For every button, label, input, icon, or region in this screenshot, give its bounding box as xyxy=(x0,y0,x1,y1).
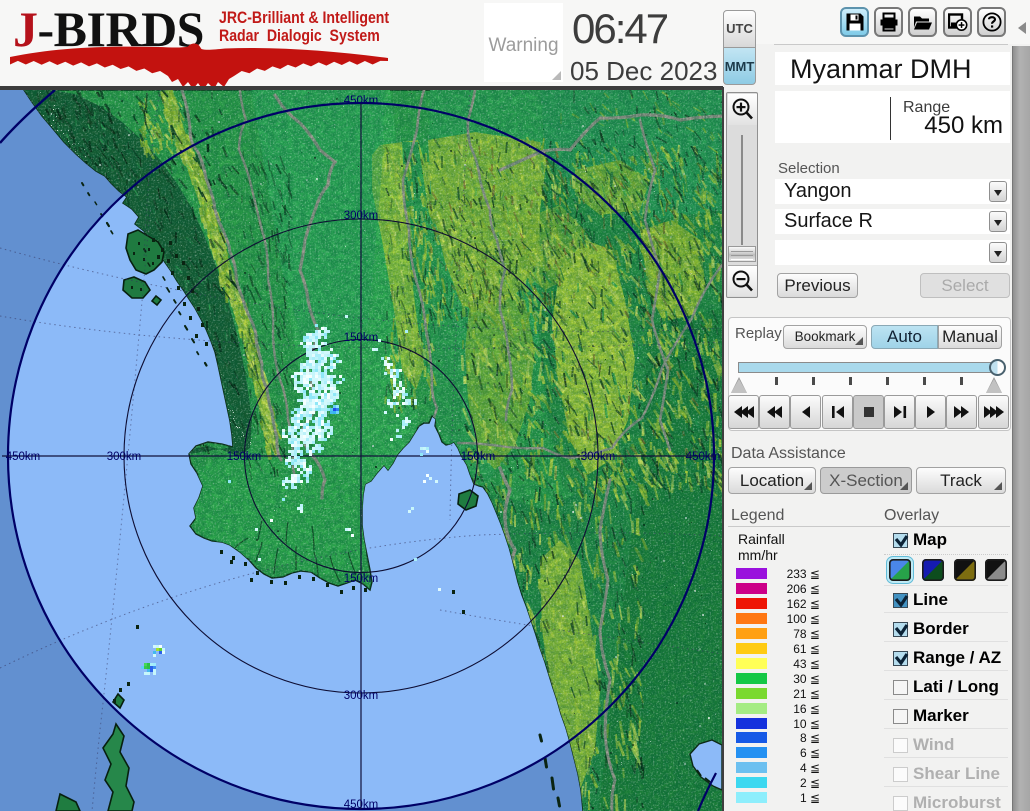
svg-text:450km: 450km xyxy=(344,95,379,107)
svg-text:450km: 450km xyxy=(344,799,379,811)
svg-text:450km: 450km xyxy=(6,451,41,463)
svg-text:300km: 300km xyxy=(344,210,379,222)
svg-text:150km: 150km xyxy=(344,332,379,344)
svg-text:150km: 150km xyxy=(461,451,496,463)
svg-text:300km: 300km xyxy=(581,451,616,463)
svg-text:300km: 300km xyxy=(107,451,142,463)
svg-text:150km: 150km xyxy=(344,573,379,585)
svg-text:450km: 450km xyxy=(686,451,721,463)
svg-text:150km: 150km xyxy=(227,451,262,463)
svg-text:300km: 300km xyxy=(344,690,379,702)
